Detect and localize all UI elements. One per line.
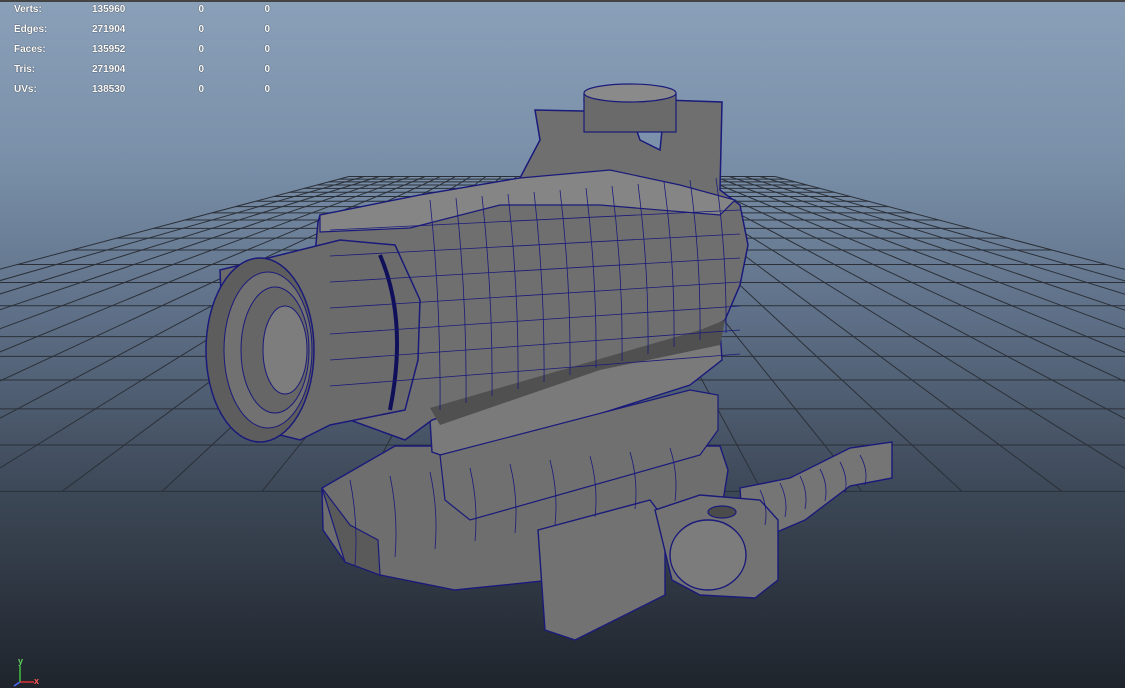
hud-value-selected: 0 [198,4,204,15]
hud-value-selected: 0 [198,84,204,95]
hud-value-selected: 0 [198,44,204,55]
grid-line [683,176,1125,382]
grid-line [729,176,1125,311]
hud-value-total: 135952 [92,44,126,55]
hud-value-selected: 0 [198,24,204,35]
hud-label: Tris: [14,64,36,75]
z-axis-line [13,681,21,687]
hud-label: Verts: [14,4,42,15]
lever-knob [669,519,747,591]
x-axis-label: x [34,676,40,686]
grid-line [774,176,1125,270]
hud-value-highlighted: 0 [264,84,270,95]
grid-line [713,176,1125,330]
grid-line [698,176,1125,353]
turret-top [583,83,677,103]
hud-label: Faces: [14,44,46,55]
objective-lens-glass [262,305,308,395]
axis-gizmo: y x [6,656,46,688]
axis-gizmo-lines [13,666,34,687]
hud-value-highlighted: 0 [264,4,270,15]
hud-value-total: 271904 [92,64,126,75]
red-dot-sight-mesh[interactable] [205,83,893,641]
hud-label: Edges: [14,24,48,35]
hud-value-highlighted: 0 [264,64,270,75]
knob-hole [707,505,737,519]
y-axis-label: y [18,656,24,666]
hud-value-total: 135960 [92,4,126,15]
hud-value-highlighted: 0 [264,44,270,55]
hud-label: UVs: [14,84,37,95]
hud-value-total: 271904 [92,24,126,35]
scene-canvas[interactable] [0,0,1125,688]
3d-viewport[interactable]: Verts: 135960 0 0 Edges: 271904 0 0 Face… [0,0,1125,688]
hud-value-selected: 0 [198,64,204,75]
hud-value-total: 138530 [92,84,126,95]
grid-line [744,176,1125,295]
hud-value-highlighted: 0 [264,24,270,35]
